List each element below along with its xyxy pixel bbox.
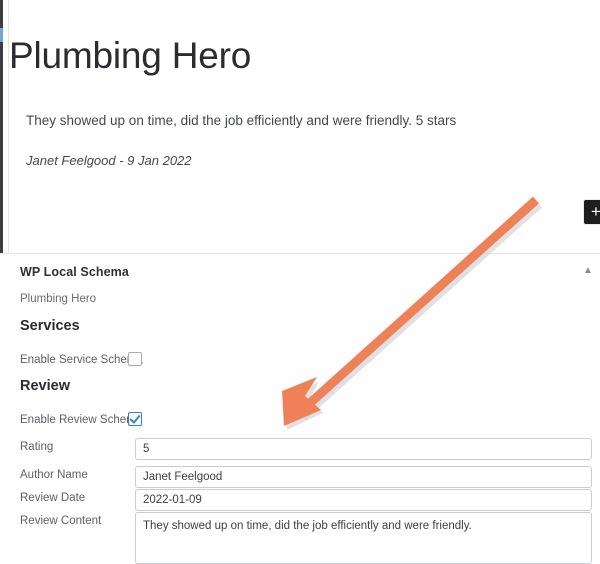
chevron-up-icon[interactable]: ▲: [582, 265, 594, 277]
rating-field-row: Rating: [20, 438, 592, 460]
panel-title: WP Local Schema: [20, 265, 129, 279]
block-preview-canvas[interactable]: Plumbing Hero They showed up on time, di…: [9, 0, 600, 253]
review-date-label: Review Date: [20, 492, 86, 504]
enable-service-schema-label: Enable Service Schema: [20, 354, 143, 366]
review-date-field-row: Review Date: [20, 489, 592, 511]
author-name-label: Author Name: [20, 469, 88, 481]
review-content-textarea[interactable]: [135, 512, 592, 564]
preview-review-byline: Janet Feelgood - 9 Jan 2022: [26, 153, 192, 168]
preview-review-text: They showed up on time, did the job effi…: [26, 113, 457, 128]
review-date-input[interactable]: [135, 489, 592, 511]
section-heading-services: Services: [20, 318, 80, 334]
rating-input[interactable]: [135, 438, 592, 460]
add-block-button[interactable]: +: [584, 200, 600, 224]
panel-subtitle: Plumbing Hero: [20, 293, 97, 305]
editor-screenshot: Plumbing Hero They showed up on time, di…: [0, 0, 600, 564]
section-heading-review: Review: [20, 378, 70, 394]
page-title: Plumbing Hero: [9, 35, 252, 76]
review-content-label: Review Content: [20, 515, 102, 527]
enable-review-schema-label: Enable Review Schema: [20, 414, 143, 426]
wp-local-schema-panel: WP Local Schema ▲ Plumbing Hero Services…: [0, 254, 600, 564]
enable-service-schema-checkbox[interactable]: [128, 352, 142, 366]
author-name-input[interactable]: [135, 466, 592, 488]
enable-review-schema-checkbox[interactable]: [128, 412, 142, 426]
rating-label: Rating: [20, 441, 54, 453]
scrollbar-thumb[interactable]: [0, 28, 3, 42]
author-name-field-row: Author Name: [20, 466, 592, 488]
